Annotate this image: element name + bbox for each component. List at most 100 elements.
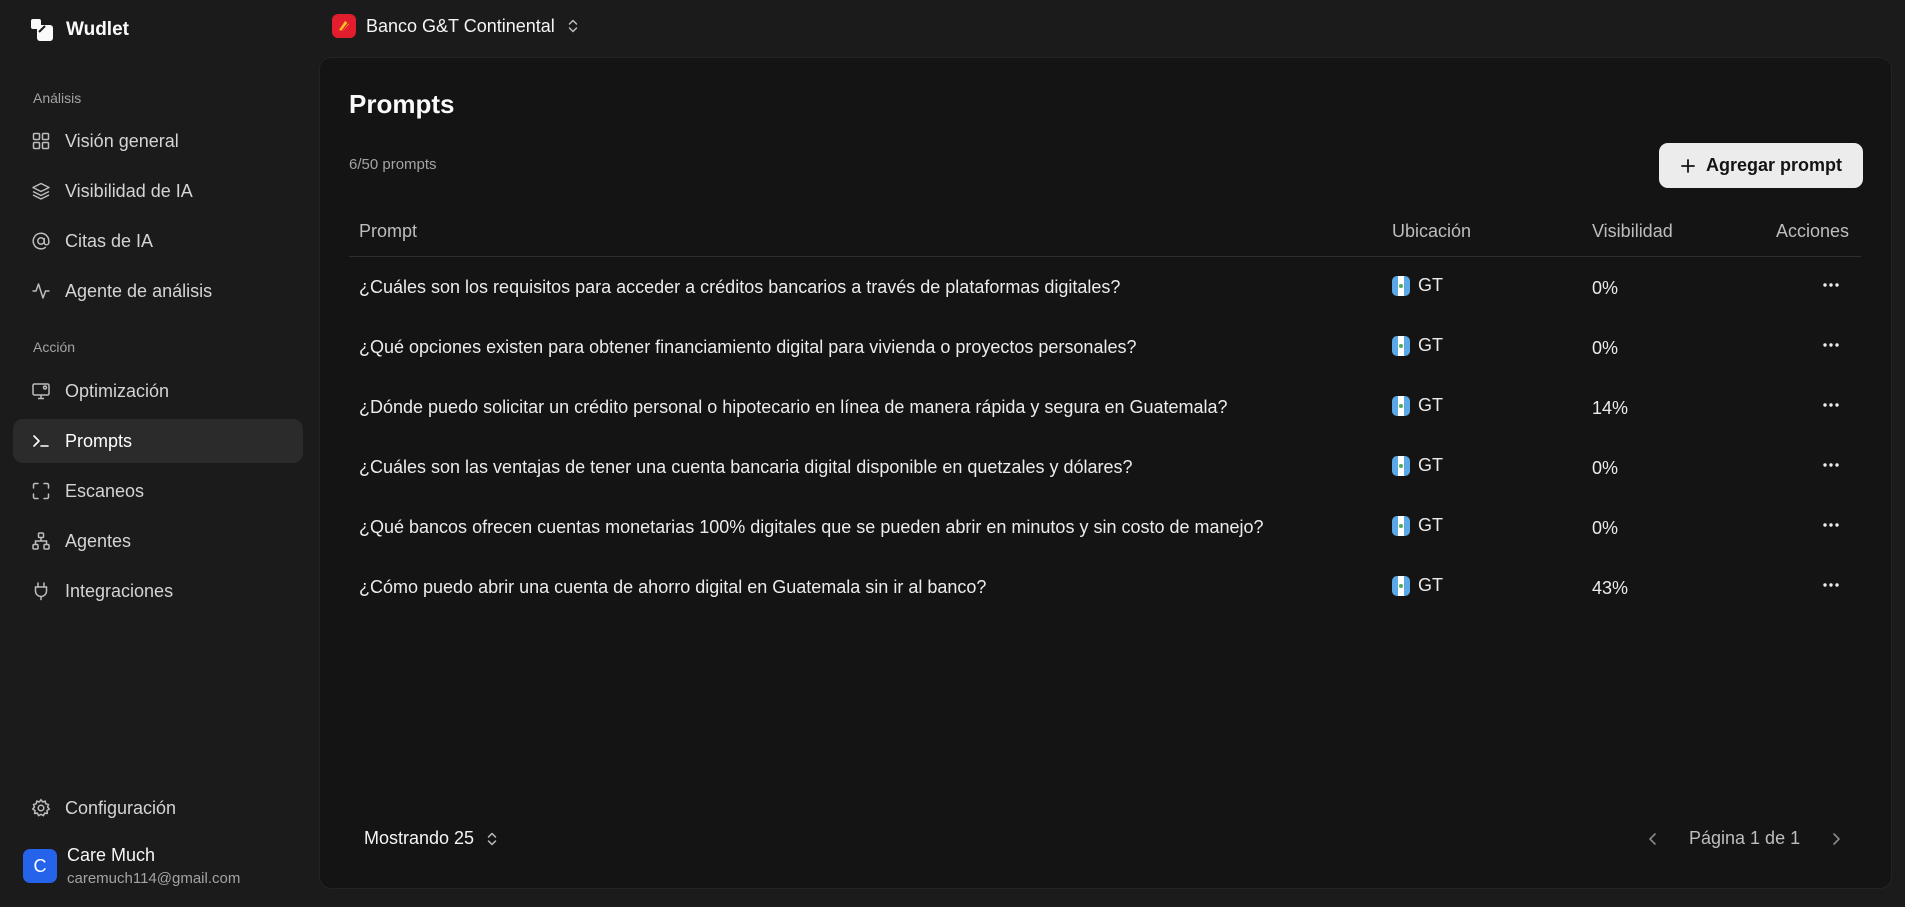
at-sign-icon: [32, 232, 50, 250]
sidebar-item-overview[interactable]: Visión general: [13, 119, 303, 163]
sidebar-item-optimization[interactable]: Optimización: [13, 369, 303, 413]
location-cell: GT: [1392, 455, 1443, 476]
sidebar-item-scans[interactable]: Escaneos: [13, 469, 303, 513]
sidebar-item-label: Agentes: [65, 530, 132, 551]
workspace-selector[interactable]: Banco G&T Continental: [332, 14, 581, 38]
main-panel: Prompts 6/50 prompts Agregar prompt Prom…: [319, 57, 1892, 889]
table-row[interactable]: ¿Cuáles son las ventajas de tener una cu…: [349, 437, 1861, 497]
more-horizontal-icon: [1823, 523, 1839, 527]
network-icon: [32, 532, 50, 550]
avatar: C: [23, 849, 57, 883]
row-actions-button[interactable]: [1821, 515, 1841, 540]
page-title: Prompts: [349, 89, 455, 119]
sidebar-item-label: Visión general: [65, 130, 179, 151]
pagination-label: Página 1 de 1: [1689, 828, 1801, 848]
chevron-right-icon: [1833, 832, 1840, 845]
guatemala-flag-icon: [1392, 335, 1410, 356]
table-row[interactable]: ¿Cuáles son los requisitos para acceder …: [349, 257, 1861, 317]
guatemala-flag-icon: [1392, 395, 1410, 416]
row-actions-button[interactable]: [1821, 275, 1841, 300]
location-cell: GT: [1392, 275, 1443, 296]
sidebar-item-label: Visibilidad de IA: [65, 180, 193, 201]
prompt-text: ¿Dónde puedo solicitar un crédito person…: [359, 397, 1228, 417]
activity-icon: [32, 283, 50, 299]
row-actions-button[interactable]: [1821, 455, 1841, 480]
visibility-value: 0%: [1592, 338, 1619, 358]
page-size-selector[interactable]: Mostrando 25: [364, 828, 500, 849]
sidebar-item-settings[interactable]: Configuración: [13, 786, 303, 830]
location-code: GT: [1418, 515, 1443, 535]
sidebar-item-label: Integraciones: [65, 580, 174, 601]
chevron-left-icon: [1649, 832, 1656, 845]
prompt-text: ¿Qué bancos ofrecen cuentas monetarias 1…: [359, 517, 1264, 537]
layers-icon: [32, 182, 50, 200]
user-email: caremuch114@gmail.com: [67, 870, 241, 887]
user-profile[interactable]: C Care Much caremuch114@gmail.com: [23, 845, 240, 887]
guatemala-flag-icon: [1392, 275, 1410, 296]
sidebar-item-ai-visibility[interactable]: Visibilidad de IA: [13, 169, 303, 213]
visibility-value: 43%: [1592, 578, 1629, 598]
sidebar-item-label: Configuración: [65, 797, 177, 818]
sidebar-item-integrations[interactable]: Integraciones: [13, 569, 303, 613]
workspace-name: Banco G&T Continental: [366, 15, 555, 36]
location-cell: GT: [1392, 395, 1443, 416]
location-code: GT: [1418, 455, 1443, 475]
sidebar-item-ai-citations[interactable]: Citas de IA: [13, 219, 303, 263]
more-horizontal-icon: [1823, 583, 1839, 587]
row-actions-button[interactable]: [1821, 575, 1841, 600]
guatemala-flag-icon: [1392, 455, 1410, 476]
location-cell: GT: [1392, 575, 1443, 596]
location-cell: GT: [1392, 335, 1443, 356]
sidebar-item-analysis-agent[interactable]: Agente de análisis: [13, 269, 303, 313]
more-horizontal-icon: [1823, 283, 1839, 287]
workspace-logo-icon: [332, 14, 356, 38]
table-row[interactable]: ¿Dónde puedo solicitar un crédito person…: [349, 377, 1861, 437]
visibility-value: 0%: [1592, 458, 1619, 478]
next-page-button[interactable]: [1828, 831, 1844, 847]
prompt-text: ¿Cuáles son los requisitos para acceder …: [359, 277, 1121, 297]
app: Wudlet Análisis Visión general Visibilid…: [0, 0, 1905, 907]
location-code: GT: [1418, 575, 1443, 595]
prompt-text: ¿Qué opciones existen para obtener finan…: [359, 337, 1137, 357]
column-location: Ubicación: [1392, 221, 1472, 241]
visibility-value: 14%: [1592, 398, 1629, 418]
scan-icon: [32, 482, 50, 500]
brand[interactable]: Wudlet: [30, 18, 129, 42]
user-info: Care Much caremuch114@gmail.com: [67, 845, 240, 887]
table-row[interactable]: ¿Cómo puedo abrir una cuenta de ahorro d…: [349, 557, 1861, 617]
plus-icon: [1681, 158, 1695, 173]
prompt-count: 6/50 prompts: [349, 156, 437, 173]
sidebar-item-label: Prompts: [65, 430, 133, 451]
sidebar-item-agents[interactable]: Agentes: [13, 519, 303, 563]
section-label-action: Acción: [33, 339, 76, 355]
sidebar-item-prompts[interactable]: Prompts: [13, 419, 303, 463]
row-actions-button[interactable]: [1821, 395, 1841, 420]
visibility-value: 0%: [1592, 518, 1619, 538]
sidebar-item-label: Optimización: [65, 380, 170, 401]
prompt-text: ¿Cómo puedo abrir una cuenta de ahorro d…: [359, 577, 987, 597]
visibility-value: 0%: [1592, 278, 1619, 298]
sidebar-item-label: Citas de IA: [65, 230, 154, 251]
table-row[interactable]: ¿Qué opciones existen para obtener finan…: [349, 317, 1861, 377]
sidebar: Wudlet Análisis Visión general Visibilid…: [0, 0, 318, 907]
chevrons-up-down-icon: [487, 832, 497, 845]
column-visibility: Visibilidad: [1592, 221, 1673, 241]
add-prompt-label: Agregar prompt: [1705, 155, 1842, 175]
brand-name: Wudlet: [66, 19, 129, 40]
column-actions: Acciones: [1776, 221, 1850, 241]
prompts-table: Prompt Ubicación Visibilidad Acciones ¿C…: [349, 207, 1861, 617]
table-row[interactable]: ¿Qué bancos ofrecen cuentas monetarias 1…: [349, 497, 1861, 557]
location-code: GT: [1418, 395, 1443, 415]
sidebar-item-label: Escaneos: [65, 480, 145, 501]
guatemala-flag-icon: [1392, 575, 1410, 596]
chevrons-up-down-icon: [568, 19, 578, 33]
wudlet-logo-icon: [31, 19, 53, 41]
plug-icon: [34, 582, 48, 601]
location-cell: GT: [1392, 515, 1443, 536]
more-horizontal-icon: [1823, 403, 1839, 407]
grid-icon: [32, 132, 50, 150]
guatemala-flag-icon: [1392, 515, 1410, 536]
prev-page-button[interactable]: [1645, 831, 1661, 847]
add-prompt-button[interactable]: Agregar prompt: [1659, 143, 1863, 188]
row-actions-button[interactable]: [1821, 335, 1841, 360]
